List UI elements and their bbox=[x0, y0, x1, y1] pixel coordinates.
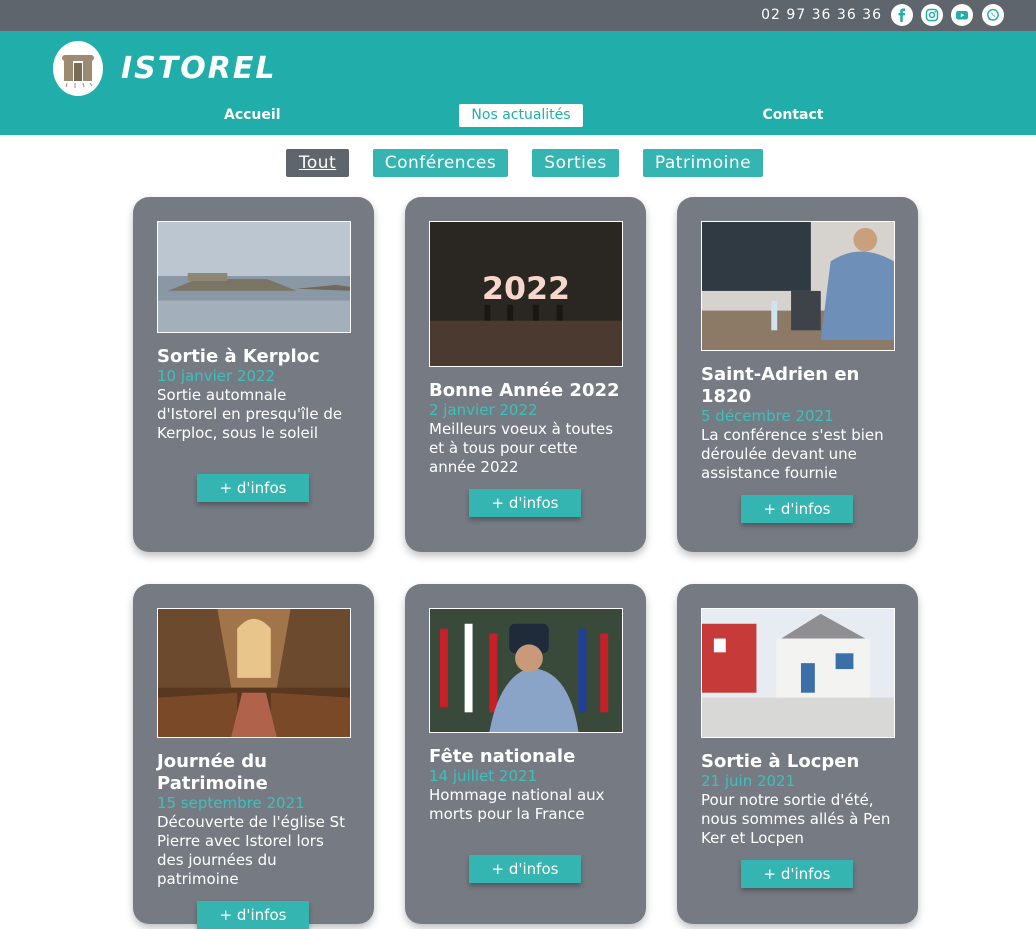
card-title[interactable]: Sortie à Locpen bbox=[701, 751, 901, 773]
card-image[interactable] bbox=[429, 608, 623, 733]
card-title[interactable]: Bonne Année 2022 bbox=[429, 380, 629, 402]
nav-actualites[interactable]: Nos actualités bbox=[459, 104, 583, 127]
card-image[interactable] bbox=[701, 608, 895, 738]
more-info-button[interactable]: + d'infos bbox=[469, 855, 581, 883]
filter-patrimoine[interactable]: Patrimoine bbox=[643, 149, 763, 177]
card-title[interactable]: Fête nationale bbox=[429, 746, 629, 768]
card-description: Meilleurs voeux à toutes et à tous pour … bbox=[429, 420, 614, 476]
instagram-icon[interactable] bbox=[921, 4, 943, 26]
filter-sorties[interactable]: Sorties bbox=[532, 149, 619, 177]
youtube-icon[interactable] bbox=[951, 4, 973, 26]
news-card: Fête nationale 14 juillet 2021 Hommage n… bbox=[405, 584, 646, 924]
site-header: ISTOREL Accueil Nos actualités Contact bbox=[0, 31, 1036, 135]
card-date: 2 janvier 2022 bbox=[429, 401, 538, 419]
card-date: 15 septembre 2021 bbox=[157, 794, 305, 812]
news-card: Saint-Adrien en 1820 5 décembre 2021 La … bbox=[677, 197, 918, 552]
site-logo[interactable] bbox=[53, 41, 103, 96]
more-info-button[interactable]: + d'infos bbox=[197, 474, 309, 502]
card-description: Sortie automnale d'Istorel en presqu'île… bbox=[157, 386, 343, 442]
news-card: Journée du Patrimoine 15 septembre 2021 … bbox=[133, 584, 374, 929]
card-description: Pour notre sortie d'été, nous sommes all… bbox=[701, 791, 891, 847]
filter-conferences[interactable]: Conférences bbox=[373, 149, 508, 177]
more-info-button[interactable]: + d'infos bbox=[197, 901, 309, 929]
card-image[interactable] bbox=[157, 608, 351, 738]
image-caption-2022: 2022 bbox=[482, 271, 570, 307]
card-date: 14 juillet 2021 bbox=[429, 767, 538, 785]
card-date: 10 janvier 2022 bbox=[157, 367, 276, 385]
brand-name: ISTOREL bbox=[121, 51, 277, 86]
more-info-button[interactable]: + d'infos bbox=[469, 489, 581, 517]
whatsapp-icon[interactable] bbox=[982, 4, 1004, 26]
phone-number[interactable]: 02 97 36 36 36 bbox=[761, 7, 882, 23]
news-card: 2022 Bonne Année 2022 2 janvier 2022 Mei… bbox=[405, 197, 646, 552]
card-date: 5 décembre 2021 bbox=[701, 407, 834, 425]
card-image[interactable] bbox=[157, 221, 351, 333]
card-image[interactable]: 2022 bbox=[429, 221, 623, 367]
card-title[interactable]: Saint-Adrien en 1820 bbox=[701, 364, 901, 408]
card-title[interactable]: Journée du Patrimoine bbox=[157, 751, 357, 795]
card-description: Découverte de l'église St Pierre avec Is… bbox=[157, 813, 345, 888]
more-info-button[interactable]: + d'infos bbox=[741, 860, 853, 888]
filter-tout[interactable]: Tout bbox=[286, 149, 349, 177]
nav-accueil[interactable]: Accueil bbox=[224, 104, 281, 127]
card-date: 21 juin 2021 bbox=[701, 772, 796, 790]
facebook-icon[interactable] bbox=[891, 4, 913, 26]
card-description: Hommage national aux morts pour la Franc… bbox=[429, 786, 605, 823]
top-bar: 02 97 36 36 36 bbox=[0, 0, 1036, 31]
card-description: La conférence s'est bien déroulée devant… bbox=[701, 426, 884, 482]
news-card: Sortie à Locpen 21 juin 2021 Pour notre … bbox=[677, 584, 918, 924]
nav-contact[interactable]: Contact bbox=[762, 104, 824, 127]
more-info-button[interactable]: + d'infos bbox=[741, 495, 853, 523]
news-card: Sortie à Kerploc 10 janvier 2022 Sortie … bbox=[133, 197, 374, 552]
card-title[interactable]: Sortie à Kerploc bbox=[157, 346, 357, 368]
card-image[interactable] bbox=[701, 221, 895, 351]
